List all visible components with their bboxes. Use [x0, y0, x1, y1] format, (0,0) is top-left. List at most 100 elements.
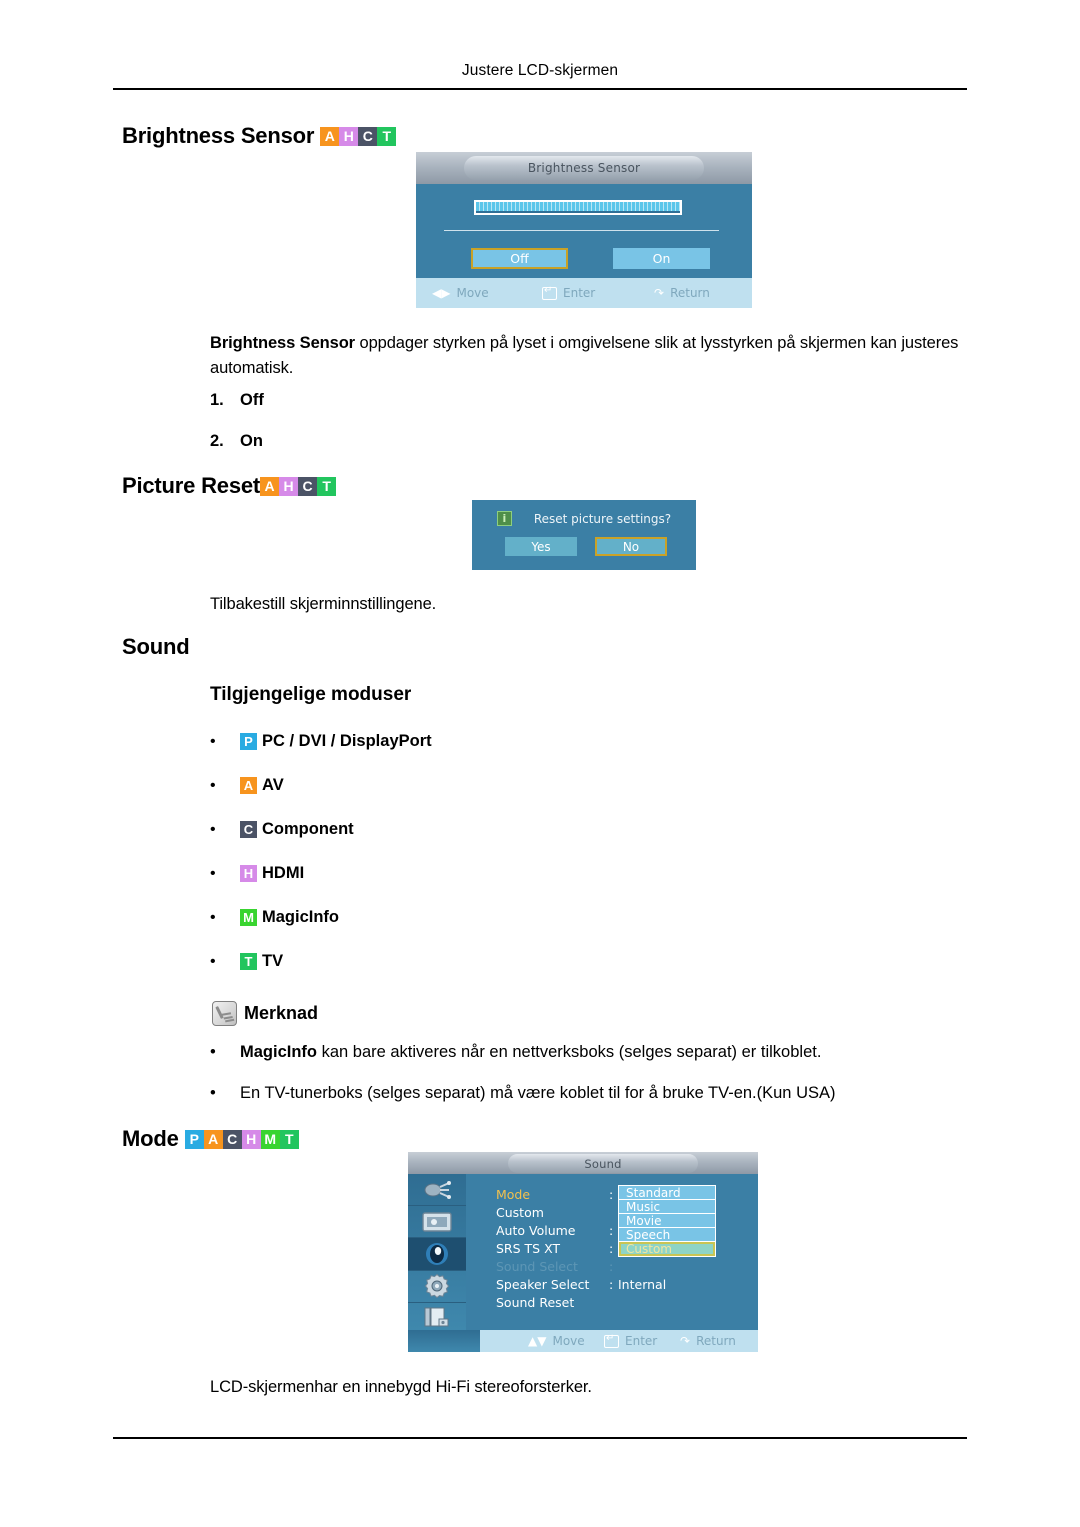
- menu-colon: :: [609, 1277, 614, 1292]
- osd-picture-reset-dialog: i Reset picture settings? Yes No: [472, 500, 696, 570]
- dropdown-option-speech[interactable]: Speech: [619, 1228, 715, 1242]
- badge-av-icon: A: [240, 777, 257, 794]
- sidebar-sound-icon[interactable]: [408, 1238, 466, 1271]
- dropdown-option-movie[interactable]: Movie: [619, 1214, 715, 1228]
- sidebar-setup-icon[interactable]: [408, 1271, 466, 1303]
- osd-footer-enter-label: Enter: [625, 1334, 658, 1348]
- menu-value-speaker: Internal: [618, 1277, 667, 1292]
- enter-key-icon: [542, 285, 557, 300]
- note-heading-text: Merknad: [244, 1003, 319, 1023]
- mode-label: AV: [262, 776, 284, 794]
- note-heading: Merknad: [212, 1001, 318, 1026]
- heading-available-modes: Tilgjengelige moduser: [210, 684, 412, 705]
- menu-colon: :: [609, 1187, 614, 1202]
- osd-brightness-sensor: Brightness Sensor Off On ◀▶ Move Enter ↷…: [416, 152, 752, 308]
- badge-tv-icon: T: [377, 126, 397, 146]
- mode-list-item-hdmi: • H HDMI: [210, 864, 304, 883]
- brightness-sensor-description: Brightness Sensor oppdager styrken på ly…: [210, 331, 965, 381]
- menu-row-mode[interactable]: Mode: [496, 1187, 530, 1202]
- menu-row-speaker-select[interactable]: Speaker Select: [496, 1277, 589, 1292]
- badge-group-brightness-sensor: A H C T: [320, 126, 397, 146]
- mode-dropdown-list: Standard Music Movie Speech Custom: [618, 1185, 716, 1257]
- menu-row-srs-ts-xt[interactable]: SRS TS XT: [496, 1241, 560, 1256]
- osd-footer-enter: Enter: [604, 1333, 680, 1348]
- dropdown-option-standard[interactable]: Standard: [619, 1186, 715, 1200]
- osd-footer-return: ↷ Return: [680, 1334, 736, 1348]
- note-item-text: En TV-tunerboks (selges separat) må være…: [240, 1084, 836, 1102]
- osd-sound-menu: Sound Mode: Custom Auto Volume: SRS TS…: [408, 1152, 758, 1352]
- badge-av-icon: A: [260, 476, 280, 496]
- bullet-icon: •: [210, 1043, 216, 1061]
- osd-footer-return: ↷ Return: [654, 286, 710, 300]
- header-rule: [113, 88, 967, 90]
- note-item-bold: MagicInfo: [240, 1043, 317, 1061]
- osd-content: Off On: [416, 184, 752, 278]
- mode-list-item-magicinfo: • M MagicInfo: [210, 908, 339, 927]
- badge-av-icon: A: [320, 126, 340, 146]
- badge-tv-icon: T: [240, 953, 257, 970]
- enter-key-icon: [604, 1333, 619, 1348]
- badge-hdmi-icon: H: [339, 126, 359, 146]
- sidebar-input-icon[interactable]: [408, 1174, 466, 1207]
- badge-hdmi-icon: H: [241, 1129, 261, 1149]
- heading-picture-reset-text: Picture Reset: [122, 473, 261, 498]
- badge-hdmi-icon: H: [240, 865, 257, 882]
- list-item-off: 1. Off: [210, 391, 264, 410]
- mode-label: TV: [262, 952, 284, 970]
- osd-footer-return-label: Return: [670, 286, 710, 300]
- mode-label: HDMI: [262, 864, 305, 882]
- note-item-text: kan bare aktiveres når en nettverksboks …: [317, 1043, 822, 1061]
- osd-menu-items: Mode : Custom Auto Volume : SRS TS XT : …: [466, 1174, 758, 1330]
- list-number: 1.: [210, 391, 224, 409]
- list-label: On: [240, 432, 263, 450]
- dropdown-option-music[interactable]: Music: [619, 1200, 715, 1214]
- move-arrows-icon: ◀▶: [432, 286, 451, 300]
- list-label: Off: [240, 391, 264, 409]
- badge-hdmi-icon: H: [279, 476, 299, 496]
- dropdown-option-custom[interactable]: Custom: [619, 1242, 715, 1256]
- badge-component-icon: C: [222, 1129, 242, 1149]
- mode-list-item-pc: • P PC / DVI / DisplayPort: [210, 732, 432, 751]
- sidebar-picture-icon[interactable]: [408, 1206, 466, 1239]
- osd-sidebar: [408, 1174, 466, 1335]
- reset-button-no[interactable]: No: [595, 537, 667, 556]
- osd-footer-enter-label: Enter: [563, 286, 596, 300]
- reset-question-text: Reset picture settings?: [533, 511, 672, 526]
- badge-magicinfo-icon: M: [240, 909, 257, 926]
- menu-row-sound-reset[interactable]: Sound Reset: [496, 1295, 574, 1310]
- reset-button-yes[interactable]: Yes: [505, 537, 577, 556]
- badge-av-icon: A: [203, 1129, 223, 1149]
- heading-sound: Sound: [122, 634, 190, 660]
- bullet-icon: •: [210, 1084, 216, 1102]
- mode-list-item-component: • C Component: [210, 820, 354, 839]
- osd-title: Brightness Sensor: [464, 156, 704, 180]
- badge-component-icon: C: [240, 821, 257, 838]
- list-item-on: 2. On: [210, 432, 263, 451]
- document-page: Justere LCD-skjermen Brightness Sensor A…: [0, 0, 1080, 1527]
- menu-row-custom[interactable]: Custom: [496, 1205, 544, 1220]
- menu-colon: :: [609, 1241, 614, 1256]
- menu-row-auto-volume[interactable]: Auto Volume: [496, 1223, 576, 1238]
- osd-footer: ◀▶ Move Enter ↷ Return: [416, 278, 752, 308]
- badge-component-icon: C: [358, 126, 378, 146]
- note-item-tuner: • En TV-tunerboks (selges separat) må vær…: [210, 1084, 836, 1103]
- mode-description: LCD-skjermenhar en innebygd Hi-Fi stereo…: [210, 1378, 592, 1396]
- osd-titlebar: Brightness Sensor: [416, 152, 752, 184]
- heading-mode-text: Mode: [122, 1126, 179, 1151]
- return-arrow-icon: ↷: [654, 286, 665, 300]
- badge-group-mode: P A C H M T: [184, 1129, 299, 1149]
- info-icon: i: [496, 511, 512, 526]
- note-item-magicinfo: • MagicInfo kan bare aktiveres når en net…: [210, 1043, 821, 1062]
- mode-list-item-tv: • T TV: [210, 952, 283, 971]
- osd-footer: ▲▼ Move Enter ↷ Return: [408, 1330, 758, 1352]
- brightness-sensor-description-bold: Brightness Sensor: [210, 334, 356, 352]
- osd-button-on[interactable]: On: [613, 248, 710, 269]
- menu-colon: :: [609, 1259, 614, 1274]
- badge-magicinfo-icon: M: [260, 1129, 280, 1149]
- osd-button-off[interactable]: Off: [471, 248, 568, 269]
- mode-list-item-av: • A AV: [210, 776, 284, 795]
- heading-mode: Mode P A C H M T: [122, 1126, 299, 1152]
- mode-label: PC / DVI / DisplayPort: [262, 732, 432, 750]
- osd-titlebar: Sound: [408, 1152, 758, 1174]
- bullet-icon: •: [210, 776, 216, 794]
